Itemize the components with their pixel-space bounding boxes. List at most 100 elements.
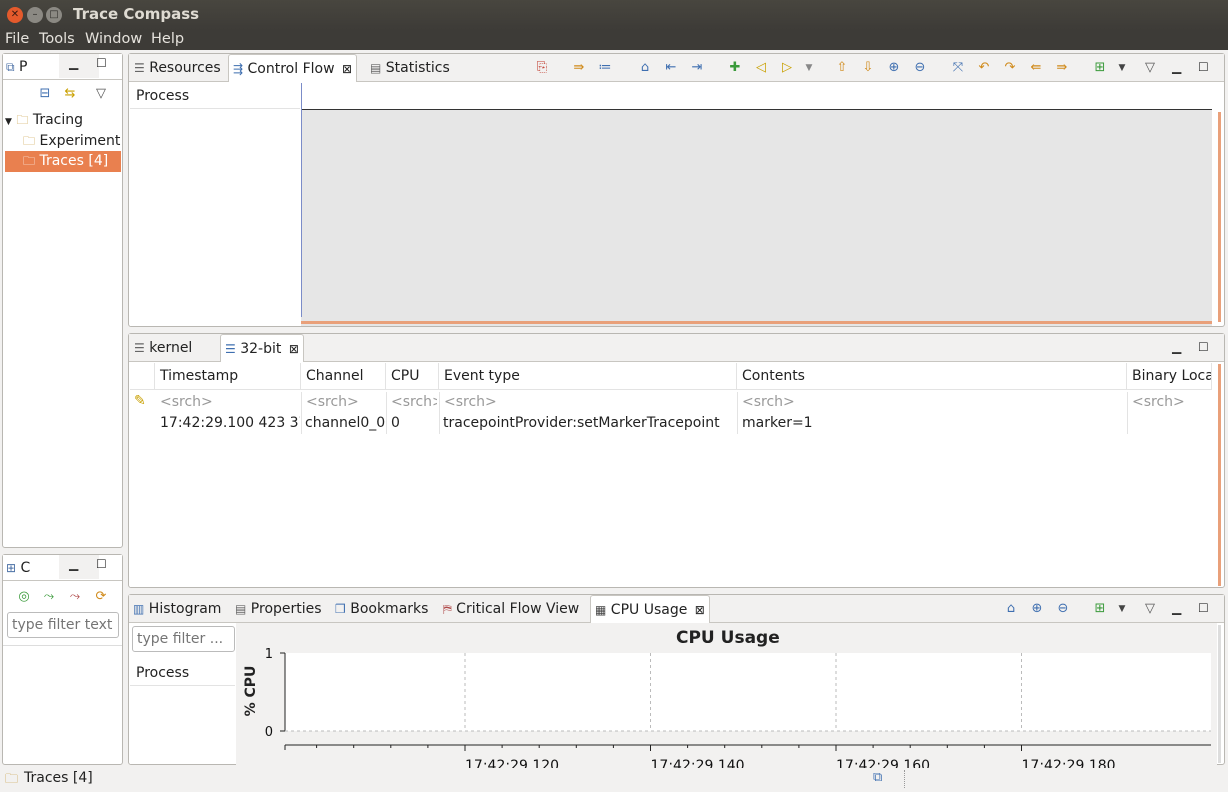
minimize-icon[interactable]: ▁ <box>1172 60 1181 74</box>
maximize-icon[interactable]: ☐ <box>1198 340 1209 354</box>
time-graph-area[interactable] <box>301 83 1212 326</box>
add-bookmark-icon[interactable]: ✚ <box>726 59 744 77</box>
export-icon[interactable]: ⎘ <box>533 59 551 77</box>
hide-arrows-icon[interactable]: ⤧ <box>949 59 967 77</box>
refresh-icon[interactable]: ⟳ <box>92 588 110 606</box>
column-header-event-type[interactable]: Event type <box>439 363 737 389</box>
status-progress-icon[interactable]: ⧉ <box>873 770 882 785</box>
enable-event-icon[interactable]: ⤳ <box>40 588 58 606</box>
select-next-icon[interactable]: ⇩ <box>859 59 877 77</box>
control-filter-input[interactable] <box>7 612 119 638</box>
menu-window[interactable]: Window <box>85 31 142 47</box>
search-contents-field[interactable]: <srch> <box>742 394 1122 410</box>
follow-arrow-forward-icon[interactable]: ↷ <box>1001 59 1019 77</box>
maximize-icon[interactable]: ☐ <box>1198 60 1209 74</box>
show-filter-menu-icon[interactable]: ▼ <box>1113 600 1131 618</box>
process-column-header[interactable]: Process <box>130 660 235 686</box>
zoom-out-icon[interactable]: ⊖ <box>1054 600 1072 618</box>
maximize-icon[interactable]: ☐ <box>1198 601 1209 615</box>
column-header-timestamp[interactable]: Timestamp <box>155 363 301 389</box>
maximize-icon[interactable]: ☐ <box>96 557 107 571</box>
minimize-icon[interactable]: ▁ <box>1172 340 1181 354</box>
tab-cpu-usage[interactable]: ▦ CPU Usage ⊠ <box>590 595 710 623</box>
minimize-icon[interactable]: ▁ <box>1172 601 1181 615</box>
connect-icon[interactable]: ◎ <box>15 588 33 606</box>
menu-file[interactable]: File <box>5 31 29 47</box>
close-window-button[interactable]: ✕ <box>7 7 23 23</box>
column-header-binary-location[interactable]: Binary Loca <box>1127 363 1212 389</box>
previous-marker-icon[interactable]: ◁ <box>752 59 770 77</box>
column-header-cpu[interactable]: CPU <box>386 363 439 389</box>
column-header-channel[interactable]: Channel <box>301 363 386 389</box>
next-event-icon[interactable]: ⇥ <box>688 59 706 77</box>
status-bar: 🗀 Traces [4] ⧉ <box>0 768 1228 792</box>
window-title: Trace Compass <box>73 5 200 23</box>
next-marker-icon[interactable]: ▷ <box>778 59 796 77</box>
column-header-contents[interactable]: Contents <box>737 363 1127 389</box>
vertical-scrollbar[interactable] <box>1218 364 1221 586</box>
time-scale-bar[interactable] <box>301 83 1212 110</box>
column-header-marker[interactable] <box>130 363 155 389</box>
menu-help[interactable]: Help <box>151 31 184 47</box>
tab-kernel[interactable]: ☰ kernel <box>134 334 192 362</box>
cpu-usage-chart[interactable]: 10 <box>236 640 1217 752</box>
zoom-in-icon[interactable]: ⊕ <box>1028 600 1046 618</box>
close-tab-icon[interactable]: ⊠ <box>695 603 705 617</box>
collapse-all-icon[interactable]: ⊟ <box>36 85 54 103</box>
tab-properties[interactable]: ▤ Properties <box>235 595 322 623</box>
time-graph-divider[interactable] <box>301 83 302 317</box>
vertical-scrollbar[interactable] <box>1218 625 1221 763</box>
expand-arrow-icon[interactable]: ▼ <box>5 117 12 127</box>
select-previous-icon[interactable]: ⇧ <box>833 59 851 77</box>
process-filter-input[interactable] <box>132 626 235 652</box>
previous-event-icon[interactable]: ⇤ <box>662 59 680 77</box>
search-channel-field[interactable]: <srch> <box>306 394 384 410</box>
menu-tools[interactable]: Tools <box>39 31 75 47</box>
show-filter-icon[interactable]: ⊞ <box>1091 59 1109 77</box>
maximize-window-button[interactable]: □ <box>46 7 62 23</box>
tab-project-explorer[interactable]: ⧉ P <box>6 54 27 80</box>
close-tab-icon[interactable]: ⊠ <box>342 62 352 76</box>
search-event-type-field[interactable]: <srch> <box>444 394 734 410</box>
link-with-editor-icon[interactable]: ⇆ <box>61 85 79 103</box>
show-filter-menu-icon[interactable]: ▼ <box>1113 59 1131 77</box>
view-menu-icon[interactable]: ▽ <box>1141 600 1159 618</box>
tab-critical-flow-view[interactable]: ⛿ Critical Flow View <box>443 595 579 623</box>
tab-control-flow[interactable]: ⇶ Control Flow ⊠ <box>228 54 358 82</box>
tab-bookmarks[interactable]: ❒ Bookmarks <box>335 595 428 623</box>
search-binary-location-field[interactable]: <srch> <box>1132 394 1210 410</box>
align-views-icon[interactable]: ⇛ <box>570 59 588 77</box>
view-menu-icon[interactable]: ▽ <box>92 85 110 103</box>
minimize-icon[interactable]: ▁ <box>69 557 78 571</box>
close-tab-icon[interactable]: ⊠ <box>289 342 299 356</box>
disable-event-icon[interactable]: ⤳ <box>66 588 84 606</box>
reset-timescale-icon[interactable]: ⌂ <box>636 59 654 77</box>
reset-zoom-icon[interactable]: ⌂ <box>1002 600 1020 618</box>
process-column-header[interactable]: Process <box>130 83 300 109</box>
follow-arrow-backward-icon[interactable]: ↶ <box>975 59 993 77</box>
optimize-icon[interactable]: ≔ <box>596 59 614 77</box>
maximize-icon[interactable]: ☐ <box>96 56 107 70</box>
minimize-window-button[interactable]: – <box>27 7 43 23</box>
tab-resources[interactable]: ☰ Resources <box>134 54 221 82</box>
zoom-out-icon[interactable]: ⊖ <box>911 59 929 77</box>
show-filter-icon[interactable]: ⊞ <box>1091 600 1109 618</box>
cell-contents: marker=1 <box>742 415 813 431</box>
search-timestamp-field[interactable]: <srch> <box>160 394 300 410</box>
tab-32-bit[interactable]: ☰ 32-bit ⊠ <box>220 334 304 362</box>
view-menu-icon[interactable]: ▽ <box>1141 59 1159 77</box>
tree-item-traces[interactable]: 🗀 Traces [4] <box>5 151 121 172</box>
zoom-in-icon[interactable]: ⊕ <box>885 59 903 77</box>
marker-menu-icon[interactable]: ▼ <box>800 59 818 77</box>
vertical-scrollbar[interactable] <box>1218 112 1221 322</box>
tab-statistics[interactable]: ▤ Statistics <box>370 54 450 82</box>
minimize-icon[interactable]: ▁ <box>69 56 78 70</box>
tab-control[interactable]: ⊞ C <box>6 555 30 581</box>
previous-item-icon[interactable]: ⇚ <box>1027 59 1045 77</box>
next-item-icon[interactable]: ⇛ <box>1053 59 1071 77</box>
table-row[interactable]: 17:42:29.100 423 370 channel0_0 0 tracep… <box>130 413 1212 434</box>
tree-item-tracing[interactable]: ▼ 🗀 Tracing <box>5 110 121 130</box>
search-cpu-field[interactable]: <srch> <box>391 394 437 410</box>
tab-histogram[interactable]: ▥ Histogram <box>133 595 221 623</box>
tree-item-experiment[interactable]: 🗀 Experiment <box>23 131 123 151</box>
